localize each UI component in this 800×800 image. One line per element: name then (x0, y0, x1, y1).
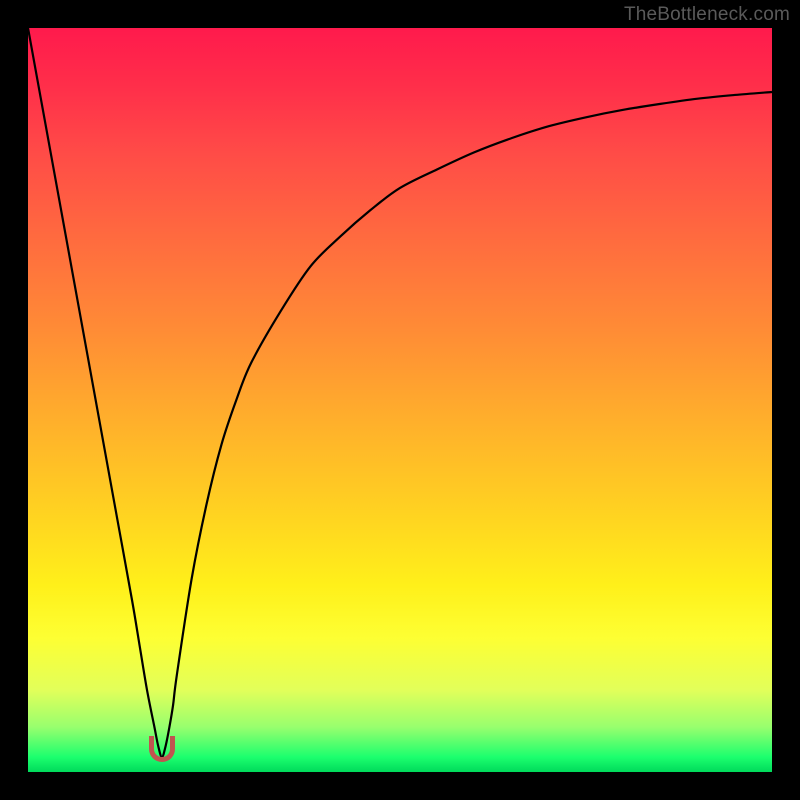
plot-background-gradient (28, 28, 772, 772)
curve-layer (28, 28, 772, 772)
attribution-text: TheBottleneck.com (624, 4, 790, 26)
bottleneck-curve (28, 28, 772, 757)
optimum-marker (149, 736, 176, 762)
chart-container: TheBottleneck.com (0, 0, 800, 800)
